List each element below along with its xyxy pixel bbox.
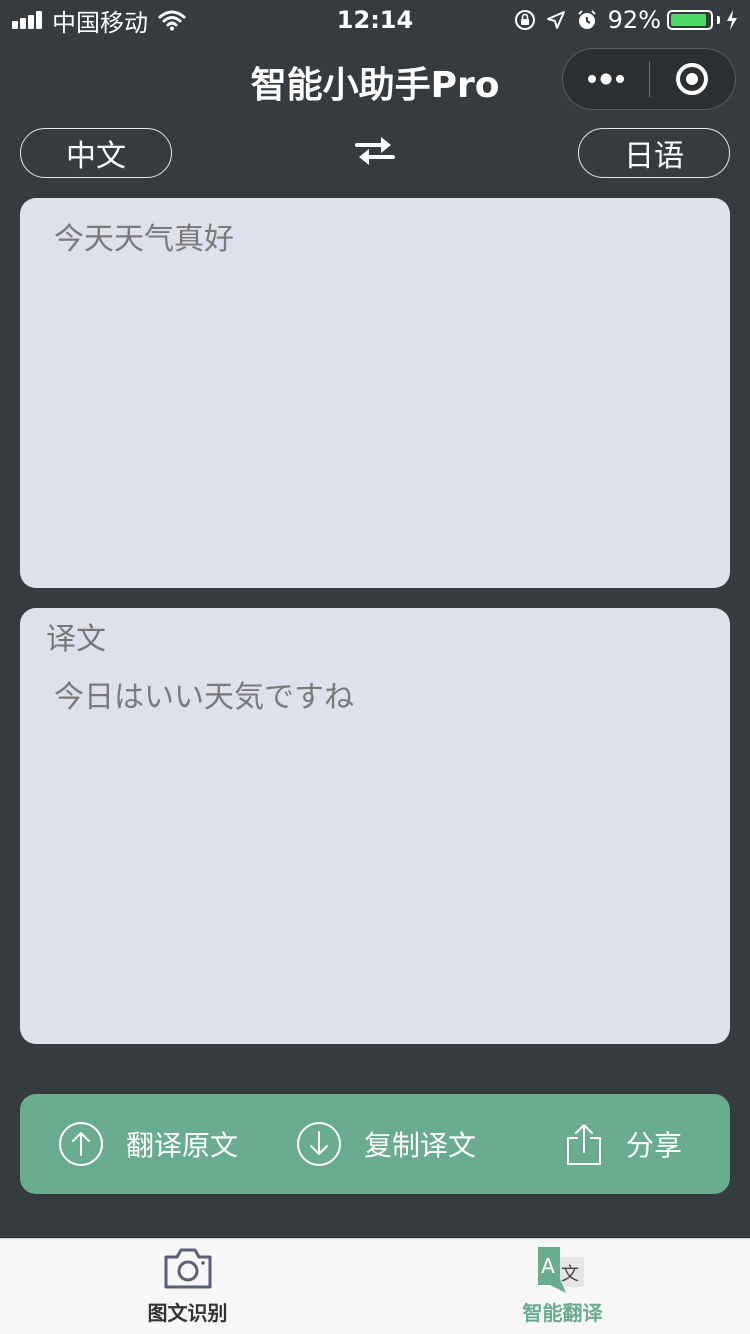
- battery-icon: [667, 10, 713, 30]
- copy-translation-label: 复制译文: [364, 1129, 477, 1162]
- source-text-area[interactable]: 今天天气真好: [20, 198, 730, 588]
- tab-ocr-label: 图文识别: [147, 1301, 228, 1325]
- action-bar: 翻译原文 复制译文 分享: [20, 1094, 730, 1194]
- share-icon: [564, 1122, 604, 1166]
- status-bar: 中国移动 12:14 92%: [0, 0, 750, 40]
- battery-percent: 92%: [607, 6, 661, 34]
- tab-bar: 图文识别 文 A 智能翻译: [0, 1238, 750, 1334]
- tab-translate[interactable]: 文 A 智能翻译: [375, 1239, 750, 1334]
- camera-icon: [0, 1245, 375, 1291]
- translate-icon: 文 A: [375, 1245, 750, 1297]
- translation-panel: 译文 今日はいい天気ですね: [20, 608, 730, 1044]
- svg-text:文: 文: [561, 1264, 579, 1285]
- source-text[interactable]: 今天天气真好: [54, 214, 234, 258]
- close-button[interactable]: [650, 49, 736, 109]
- translate-page: 中国移动 12:14 92% 智能小助手Pro 中文 日语 今天天气真好 译文 …: [0, 0, 750, 1334]
- svg-text:A: A: [541, 1254, 555, 1278]
- menu-capsule: [562, 48, 736, 110]
- close-target-icon: [676, 63, 709, 95]
- translation-label: 译文: [46, 622, 106, 657]
- more-dots-icon: [587, 73, 624, 85]
- rotation-lock-icon: [514, 9, 536, 31]
- battery-fill: [671, 14, 706, 26]
- location-icon: [546, 10, 566, 30]
- tab-translate-label: 智能翻译: [522, 1301, 603, 1325]
- target-language-button[interactable]: 日语: [578, 128, 730, 178]
- swap-arrows-icon: [355, 137, 395, 165]
- translation-text: 今日はいい天気ですね: [54, 680, 354, 715]
- tab-ocr[interactable]: 图文识别: [0, 1239, 375, 1334]
- share-button-label: 分享: [626, 1129, 683, 1162]
- more-button[interactable]: [563, 49, 649, 109]
- source-language-button[interactable]: 中文: [20, 128, 172, 178]
- battery-tip: [717, 16, 720, 24]
- download-circle-icon: [296, 1121, 342, 1167]
- share-button[interactable]: 分享: [564, 1094, 682, 1194]
- translate-button[interactable]: 翻译原文: [58, 1094, 238, 1194]
- swap-languages-button[interactable]: [352, 128, 398, 174]
- copy-translation-button[interactable]: 复制译文: [296, 1094, 476, 1194]
- upload-circle-icon: [58, 1121, 104, 1167]
- charging-icon: [726, 10, 738, 30]
- status-right: 92%: [514, 6, 738, 34]
- translate-button-label: 翻译原文: [126, 1129, 239, 1162]
- alarm-icon: [576, 9, 598, 31]
